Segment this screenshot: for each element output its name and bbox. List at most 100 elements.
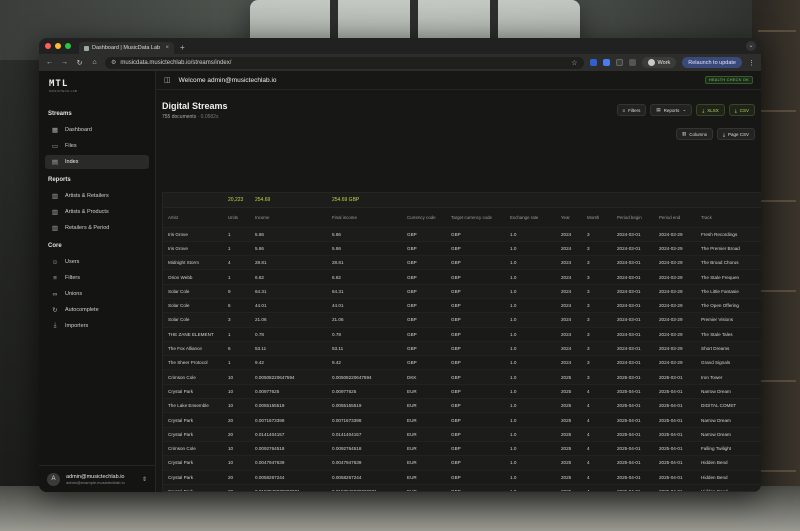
column-header[interactable]: Track xyxy=(696,207,761,228)
sidebar-item-artists-products[interactable]: ▥ Artists & Products xyxy=(45,205,149,219)
sidebar-item-index[interactable]: ▤ Index xyxy=(45,155,149,169)
profile-avatar xyxy=(647,59,655,66)
sidebar-item-artists-retailers[interactable]: ▥ Artists & Retailers xyxy=(45,189,149,203)
table-cell: 6 xyxy=(223,298,250,314)
maximize-window-button[interactable] xyxy=(65,43,71,49)
table-cell: 10 xyxy=(223,441,250,457)
table-cell: 2025 xyxy=(556,455,582,471)
table-row[interactable]: Iris Grove 1 5.86 5.86 GBP GBP 1.0 2024 3 2024-03… xyxy=(163,227,761,242)
minimize-window-button[interactable] xyxy=(55,43,61,49)
sidebar-item-users[interactable]: ☺ Users xyxy=(45,255,149,269)
sidebar-item-importers[interactable]: ⤓ Importers xyxy=(45,319,149,333)
table-row[interactable]: The Sheer Protocol 1 9.42 9.42 GBP GBP 1.0 2024… xyxy=(163,355,761,371)
table-row[interactable]: Solar Cole 6 44.01 44.01 GBP GBP 1.0 2024 3 2024-… xyxy=(163,298,761,314)
export-xlsx-button[interactable]: ⤓ XLSX xyxy=(696,104,725,116)
tab-title: Dashboard | MusicData Lab xyxy=(92,45,161,51)
extension-icon[interactable] xyxy=(589,59,597,66)
sidebar-item-dashboard[interactable]: ▦ Dashboard xyxy=(45,123,149,137)
relaunch-button[interactable]: Relaunch to update xyxy=(682,57,742,68)
section-title: Core xyxy=(48,243,62,249)
table-row[interactable]: Crystal Park 20 0.0141404157 0.0141404157 EU… xyxy=(163,427,761,442)
column-header[interactable]: Currency code xyxy=(402,207,446,228)
logo[interactable]: MTL MUSICTECH LAB xyxy=(45,79,149,97)
table-row[interactable]: The Fox Alliance 6 53.11 53.11 GBP GBP 1.0 2024… xyxy=(163,341,761,357)
sidebar-item-files[interactable]: ▭ Files xyxy=(45,139,149,153)
sidebar-item-unions[interactable]: ∞ Unions xyxy=(45,287,149,301)
table-cell: 1 xyxy=(223,355,250,371)
table-cell: 5.86 xyxy=(250,241,316,257)
sidebar-item-autocomplete[interactable]: ↻ Autocomplete xyxy=(45,303,149,317)
tab-search-chevron-icon[interactable]: ⌄ xyxy=(746,41,756,51)
health-badge: HEALTH CHECK OK xyxy=(704,76,753,84)
table-row[interactable]: Crystal Park 10 0.00977625 0.00977625 EUR GBP… xyxy=(163,384,761,400)
table-cell: 2024-03-29 xyxy=(654,341,696,357)
table-cell: 10 xyxy=(223,398,250,414)
profile-button[interactable]: Work xyxy=(641,57,677,68)
close-tab-icon[interactable]: × xyxy=(165,45,169,51)
table-row[interactable]: Solar Cole 9 64.31 64.31 GBP GBP 1.0 2024 3 2024-… xyxy=(163,284,761,299)
extension-icon[interactable] xyxy=(602,59,610,66)
sidebar-item-label: Dashboard xyxy=(65,127,92,133)
column-header[interactable]: Year xyxy=(556,207,582,228)
table-row[interactable]: Crimson Cole 10 0.00508220647594 0.00508220… xyxy=(163,369,761,385)
table-cell: GBP xyxy=(446,398,505,414)
table-row[interactable]: Midnight Storm 4 28.81 28.81 GBP GBP 1.0 2024 3 2… xyxy=(163,255,761,271)
table-row[interactable]: Orion Webb 1 6.82 6.82 GBP GBP 1.0 2024 3 2024-03… xyxy=(163,269,761,285)
table-row[interactable]: THE ZANE ELEMENT 1 0.78 0.78 GBP GBP 1.0 2024 3 2… xyxy=(163,327,761,342)
spacer-cell xyxy=(316,312,327,328)
table-cell: 0.0071673398 xyxy=(250,412,316,428)
table-row[interactable]: Crimson Cole 10 0.0092764518 0.0092764518 EU… xyxy=(163,441,761,457)
filters-button[interactable]: ≡ Filters xyxy=(616,104,647,116)
totals-cell: 20,223 xyxy=(223,193,250,208)
table-row[interactable]: Crystal Park 20 0.0153840879000001 0.015384… xyxy=(163,484,761,491)
table-cell: THE ZANE ELEMENT xyxy=(163,327,223,342)
table-cell: 2025-04-01 xyxy=(654,484,696,491)
column-header[interactable]: Target currency code xyxy=(446,207,505,228)
sidebar-toggle-icon[interactable]: ◫ xyxy=(164,76,171,84)
extension-icon[interactable] xyxy=(615,59,623,66)
table-cell: 20 xyxy=(223,484,250,491)
column-header[interactable]: Units xyxy=(223,207,250,228)
new-tab-button[interactable]: + xyxy=(180,43,185,52)
columns-button[interactable]: ▥ Columns xyxy=(675,128,713,140)
spacer-cell xyxy=(316,298,327,314)
column-header[interactable]: Period begin xyxy=(612,207,654,228)
page-csv-button[interactable]: ⤓ Page CSV xyxy=(716,128,755,140)
table-row[interactable]: Solar Cole 3 21.06 21.06 GBP GBP 1.0 2024 3 2024-… xyxy=(163,312,761,328)
table-row[interactable]: The Lake Ensemble 10 0.0055155519 0.0055155… xyxy=(163,398,761,414)
table-cell: 1.0 xyxy=(505,427,556,442)
column-header[interactable]: Final income xyxy=(327,207,402,228)
back-button[interactable]: ← xyxy=(45,59,54,66)
close-window-button[interactable] xyxy=(45,43,51,49)
sidebar-item-retailers-period[interactable]: ▥ Retailers & Period xyxy=(45,221,149,235)
browser-menu-icon[interactable]: ⋮ xyxy=(748,59,755,67)
table-cell: 3 xyxy=(582,269,612,285)
sidebar-item-filters[interactable]: ≡ Filters xyxy=(45,271,149,285)
column-header[interactable]: Artist xyxy=(163,207,223,228)
reports-button[interactable]: ▤ Reports ⌄ xyxy=(650,104,693,116)
table-cell: 5.86 xyxy=(327,241,402,257)
browser-tab[interactable]: Dashboard | MusicData Lab × xyxy=(79,42,174,54)
user-menu[interactable]: A admin@musictechlab.io admin@example.mu… xyxy=(39,465,155,492)
column-header[interactable]: Month xyxy=(582,207,612,228)
extensions-puzzle-icon[interactable] xyxy=(628,59,636,66)
bookmark-star-icon[interactable]: ☆ xyxy=(571,59,577,67)
table-row[interactable]: Iris Grove 1 5.86 5.86 GBP GBP 1.0 2024 3 2024-03… xyxy=(163,241,761,257)
column-header[interactable]: Income xyxy=(250,207,316,228)
table-cell: 2024-03-29 xyxy=(654,312,696,328)
table-cell: 0.00977625 xyxy=(250,384,316,400)
table-cell: Narrow Dream xyxy=(696,384,761,400)
table-row[interactable]: Crystal Park 20 0.0071673398 0.0071673398 EU… xyxy=(163,412,761,428)
table-row[interactable]: Crystal Park 20 0.0058267244 0.0058267244 EU… xyxy=(163,470,761,485)
address-bar[interactable]: ⚙ musicdata.musictechlab.io/streams/inde… xyxy=(105,56,584,69)
table-cell: Orion Webb xyxy=(163,269,223,285)
column-header[interactable]: Period end xyxy=(654,207,696,228)
site-info-icon[interactable]: ⚙ xyxy=(111,59,116,66)
export-csv-button[interactable]: ⤓ CSV xyxy=(728,104,755,116)
reload-button[interactable]: ↻ xyxy=(75,59,84,67)
forward-button[interactable]: → xyxy=(60,59,69,66)
table-row[interactable]: Crystal Park 10 0.0047947639 0.0047947639 EU… xyxy=(163,455,761,471)
column-header[interactable]: Exchange rate xyxy=(505,207,556,228)
table-cell: 2024 xyxy=(556,327,582,342)
home-button[interactable]: ⌂ xyxy=(90,59,99,66)
